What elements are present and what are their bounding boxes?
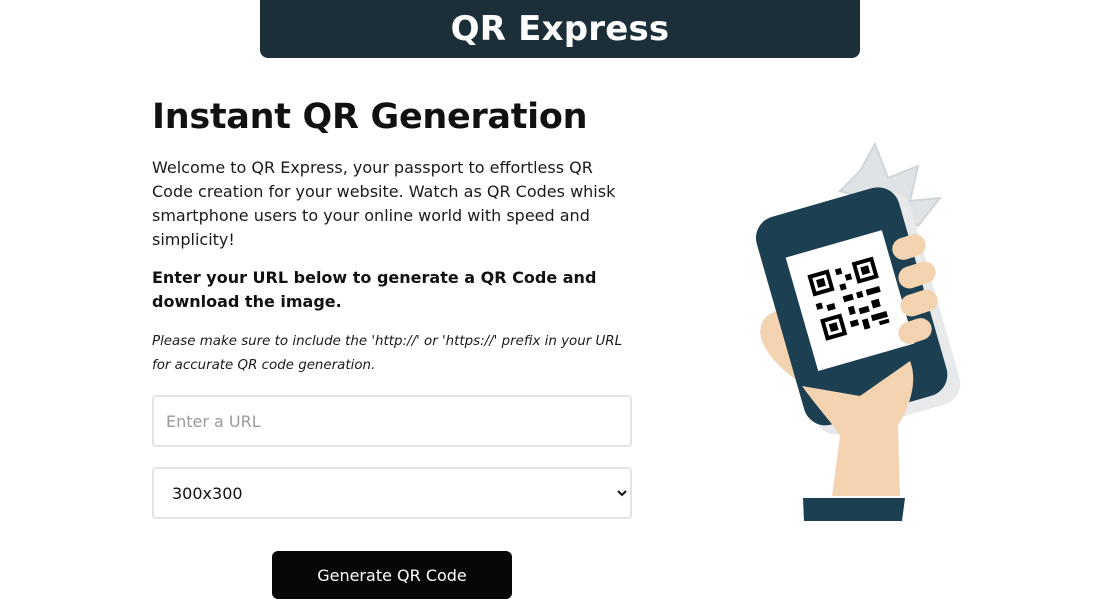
hand-phone-qr-illustration bbox=[755, 141, 960, 521]
brand-header: QR Express bbox=[260, 0, 860, 58]
url-input[interactable] bbox=[152, 395, 632, 447]
generate-qr-button[interactable]: Generate QR Code bbox=[272, 551, 512, 599]
sleeve-icon bbox=[803, 498, 905, 521]
page-title: Instant QR Generation bbox=[152, 97, 588, 137]
size-select[interactable]: 300x300 bbox=[152, 467, 632, 519]
page: QR Express Instant QR Generation Welcome… bbox=[0, 0, 1105, 606]
instruction-text: Enter your URL below to generate a QR Co… bbox=[152, 268, 597, 311]
brand-title: QR Express bbox=[450, 9, 670, 49]
prefix-note: Please make sure to include the 'http://… bbox=[152, 334, 623, 373]
intro-text: Welcome to QR Express, your passport to … bbox=[152, 158, 616, 249]
generator-section: Instant QR Generation Welcome to QR Expr… bbox=[152, 94, 634, 519]
